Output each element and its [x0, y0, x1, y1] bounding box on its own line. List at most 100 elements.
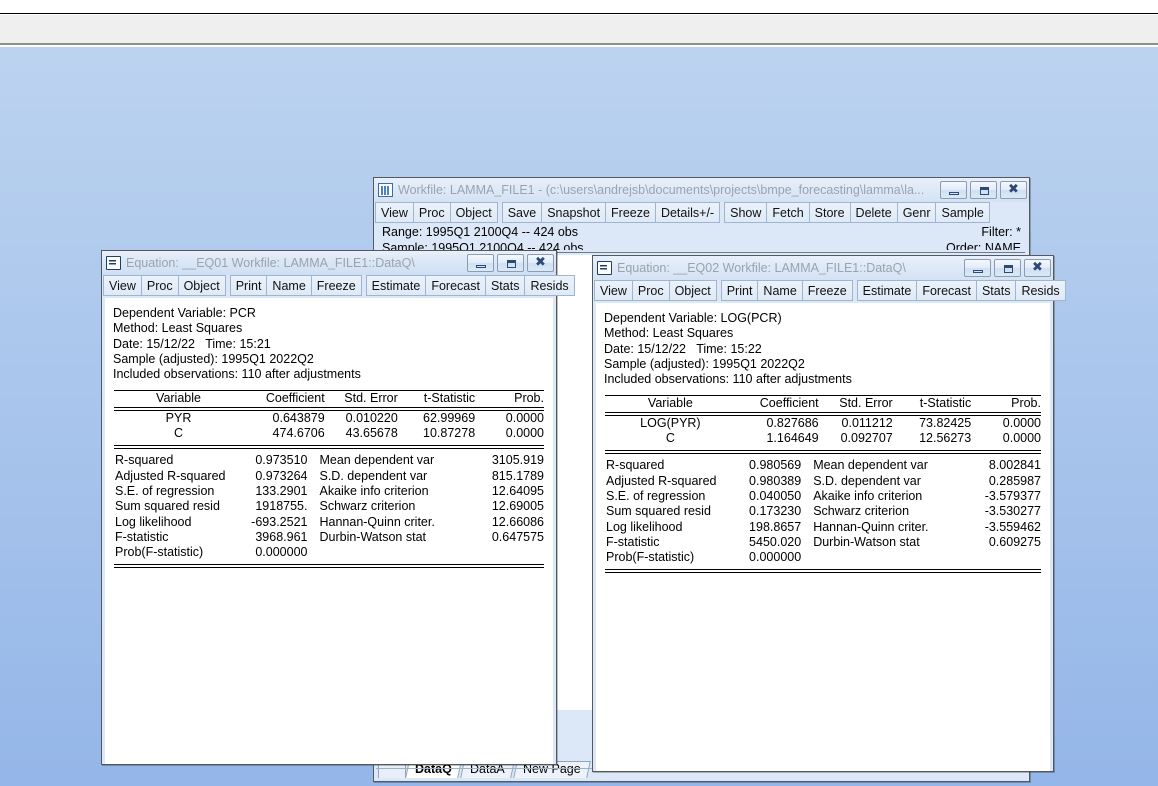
workfile-store-button[interactable]: Store: [809, 202, 851, 223]
workfile-proc-button[interactable]: Proc: [413, 202, 451, 223]
equation1-print-button[interactable]: Print: [230, 275, 268, 296]
restore-icon[interactable]: [970, 181, 997, 199]
equation1-toolbar[interactable]: View Proc Object Print Name Freeze Estim…: [102, 275, 556, 296]
equation1-object-button[interactable]: Object: [178, 275, 226, 296]
equation2-toolbar[interactable]: View Proc Object Print Name Freeze Estim…: [593, 280, 1053, 301]
workfile-freeze-button[interactable]: Freeze: [605, 202, 656, 223]
equation2-observations: Included observations: 110 after adjustm…: [604, 372, 1050, 387]
app-toolbar[interactable]: [0, 15, 1158, 45]
statistic-row: Sum squared resid0.173230Schwarz criteri…: [605, 504, 1041, 519]
equation2-forecast-button[interactable]: Forecast: [916, 280, 977, 301]
statistic-value: 0.980569: [723, 458, 801, 473]
cell-variable: C: [114, 426, 243, 441]
equation1-estimate-button[interactable]: Estimate: [366, 275, 427, 296]
statistic-label: Sum squared resid: [605, 504, 723, 519]
equation2-date-time: Date: 15/12/22 Time: 15:22: [604, 342, 1050, 357]
statistic-value: 1918755.: [230, 499, 307, 514]
equation1-name-button[interactable]: Name: [266, 275, 311, 296]
workfile-snapshot-button[interactable]: Snapshot: [541, 202, 606, 223]
mdi-workspace: Workfile: LAMMA_FILE1 - (c:\users\andrej…: [0, 47, 1158, 786]
statistic-value: 3105.919: [449, 453, 544, 468]
workfile-window-controls[interactable]: ✖: [940, 181, 1027, 199]
equation2-print-button[interactable]: Print: [721, 280, 759, 301]
workfile-details-button[interactable]: Details+/-: [655, 202, 720, 223]
statistic-value: -693.2521: [230, 515, 307, 530]
workfile-icon: [378, 183, 393, 197]
equation1-window-controls[interactable]: ✖: [467, 254, 554, 272]
equation1-date-time: Date: 15/12/22 Time: 15:21: [113, 337, 553, 352]
equation1-freeze-button[interactable]: Freeze: [311, 275, 362, 296]
equation2-view-button[interactable]: View: [594, 280, 633, 301]
statistic-label: Akaike info criterion: [307, 484, 449, 499]
close-icon[interactable]: ✖: [1024, 259, 1051, 277]
close-icon[interactable]: ✖: [527, 254, 554, 272]
column-header: t-Statistic: [398, 391, 475, 407]
statistic-value: 0.609275: [945, 535, 1041, 550]
app-menu-bar[interactable]: [0, 0, 1158, 14]
equation1-forecast-button[interactable]: Forecast: [425, 275, 486, 296]
cell-t-statistic: 62.99969: [398, 410, 475, 426]
equation2-proc-button[interactable]: Proc: [632, 280, 670, 301]
statistic-label: Log likelihood: [114, 515, 230, 530]
statistic-label: Mean dependent var: [801, 458, 945, 473]
statistic-label: Mean dependent var: [307, 453, 449, 468]
statistic-row: Adjusted R-squared0.980389S.D. dependent…: [605, 474, 1041, 489]
equation1-window[interactable]: Equation: __EQ01 Workfile: LAMMA_FILE1::…: [101, 250, 557, 765]
workfile-toolbar[interactable]: View Proc Object Save Snapshot Freeze De…: [374, 202, 1029, 223]
minimize-icon[interactable]: [940, 181, 967, 199]
equation2-window[interactable]: Equation: __EQ02 Workfile: LAMMA_FILE1::…: [592, 255, 1054, 772]
workfile-save-button[interactable]: Save: [502, 202, 543, 223]
workfile-sample-row: Sample: 1995Q1 2100Q4 -- 424 obs Order: …: [374, 239, 1029, 250]
cell-t-statistic: 12.56273: [893, 431, 971, 446]
table-row: PYR0.6438790.01022062.999690.0000: [114, 410, 544, 426]
equation2-resids-button[interactable]: Resids: [1015, 280, 1065, 301]
workfile-delete-button[interactable]: Delete: [850, 202, 898, 223]
workfile-sample-button[interactable]: Sample: [935, 202, 989, 223]
workfile-view-button[interactable]: View: [375, 202, 414, 223]
close-icon[interactable]: ✖: [1000, 181, 1027, 199]
statistic-label: [801, 550, 945, 565]
column-header: Coefficient: [736, 396, 819, 412]
cell-coefficient: 1.164649: [736, 431, 819, 446]
restore-icon[interactable]: [994, 259, 1021, 277]
cell-coefficient: 474.6706: [243, 426, 325, 441]
equation2-titlebar[interactable]: Equation: __EQ02 Workfile: LAMMA_FILE1::…: [593, 256, 1053, 280]
equation-icon: [106, 256, 121, 270]
equation1-statistics-table: R-squared0.973510Mean dependent var3105.…: [114, 449, 544, 568]
equation2-freeze-button[interactable]: Freeze: [802, 280, 853, 301]
table-rule: [114, 565, 544, 568]
equation1-titlebar[interactable]: Equation: __EQ01 Workfile: LAMMA_FILE1::…: [102, 251, 556, 275]
equation1-stats-button[interactable]: Stats: [485, 275, 526, 296]
column-header: Std. Error: [325, 391, 398, 407]
statistic-row: F-statistic5450.020Durbin-Watson stat0.6…: [605, 535, 1041, 550]
workfile-title-text: Workfile: LAMMA_FILE1 - (c:\users\andrej…: [398, 183, 934, 197]
equation1-view-button[interactable]: View: [103, 275, 142, 296]
statistic-label: F-statistic: [605, 535, 723, 550]
statistic-row: Prob(F-statistic)0.000000: [114, 545, 544, 560]
column-header: Variable: [114, 391, 243, 407]
equation1-resids-button[interactable]: Resids: [524, 275, 574, 296]
workfile-genr-button[interactable]: Genr: [897, 202, 937, 223]
minimize-icon[interactable]: [964, 259, 991, 277]
equation2-window-controls[interactable]: ✖: [964, 259, 1051, 277]
statistic-label: Akaike info criterion: [801, 489, 945, 504]
workfile-titlebar[interactable]: Workfile: LAMMA_FILE1 - (c:\users\andrej…: [374, 178, 1029, 202]
workfile-object-button[interactable]: Object: [450, 202, 498, 223]
equation1-proc-button[interactable]: Proc: [141, 275, 179, 296]
statistic-row: S.E. of regression0.040050Akaike info cr…: [605, 489, 1041, 504]
equation2-object-button[interactable]: Object: [669, 280, 717, 301]
equation2-name-button[interactable]: Name: [757, 280, 802, 301]
statistic-label: Adjusted R-squared: [114, 469, 230, 484]
equation2-stats-button[interactable]: Stats: [976, 280, 1017, 301]
statistic-label: S.D. dependent var: [801, 474, 945, 489]
workfile-show-button[interactable]: Show: [724, 202, 767, 223]
workfile-fetch-button[interactable]: Fetch: [766, 202, 809, 223]
minimize-icon[interactable]: [467, 254, 494, 272]
restore-icon[interactable]: [497, 254, 524, 272]
cell-prob: 0.0000: [475, 426, 544, 441]
statistic-value: 12.64095: [449, 484, 544, 499]
equation2-coefficient-table: VariableCoefficientStd. Errort-Statistic…: [605, 391, 1041, 454]
cell-coefficient: 0.643879: [243, 410, 325, 426]
table-header-row: VariableCoefficientStd. Errort-Statistic…: [114, 391, 544, 407]
equation2-estimate-button[interactable]: Estimate: [857, 280, 918, 301]
